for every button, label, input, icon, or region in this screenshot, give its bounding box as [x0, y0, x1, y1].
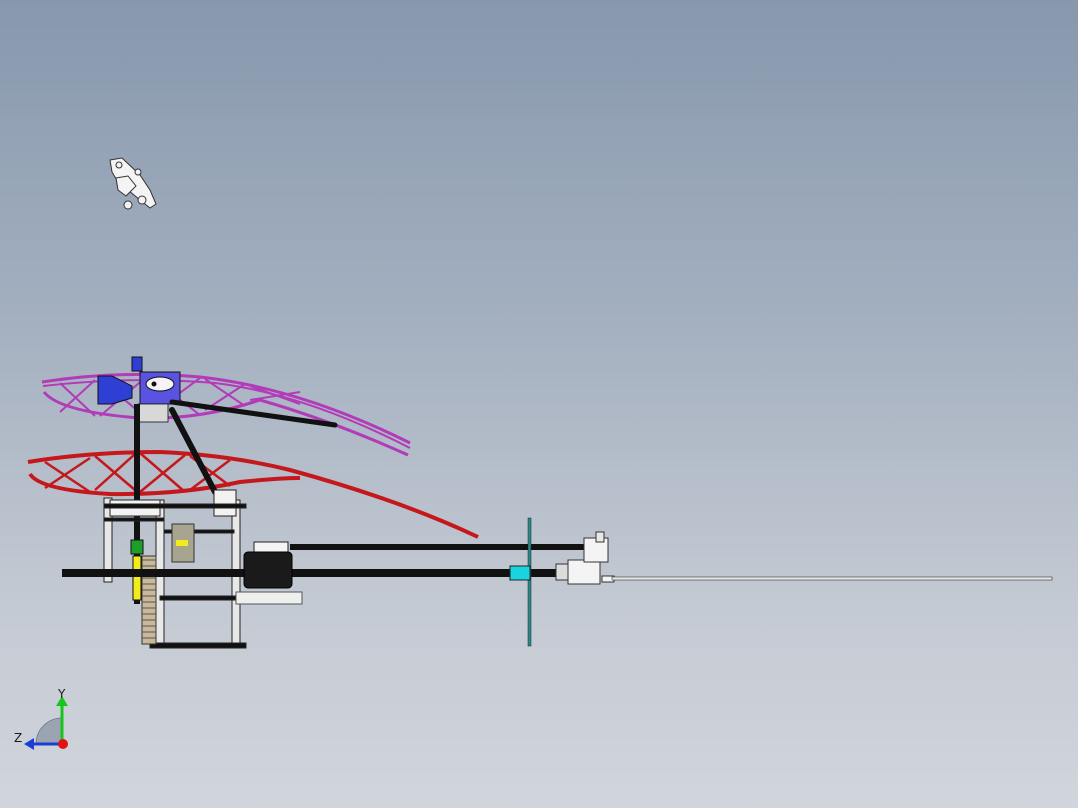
graphics-viewport[interactable]: Y Z: [0, 0, 1078, 808]
helicopter-model[interactable]: [0, 0, 1078, 808]
servo[interactable]: [235, 541, 303, 605]
tail-rotor-blade[interactable]: [509, 517, 532, 647]
tail-rotor-shaft[interactable]: [611, 576, 1053, 581]
y-axis-label: Y: [57, 687, 66, 701]
servo-arm-linkage[interactable]: [109, 157, 157, 210]
main-gear[interactable]: [141, 523, 195, 645]
x-axis-marker: [58, 739, 68, 749]
tail-gearbox[interactable]: [555, 531, 615, 585]
upper-rotor-blade[interactable]: [41, 372, 411, 457]
z-axis-label: Z: [14, 731, 22, 745]
lower-rotor-blade[interactable]: [27, 449, 479, 539]
view-orientation-triad[interactable]: Y Z: [12, 684, 82, 754]
